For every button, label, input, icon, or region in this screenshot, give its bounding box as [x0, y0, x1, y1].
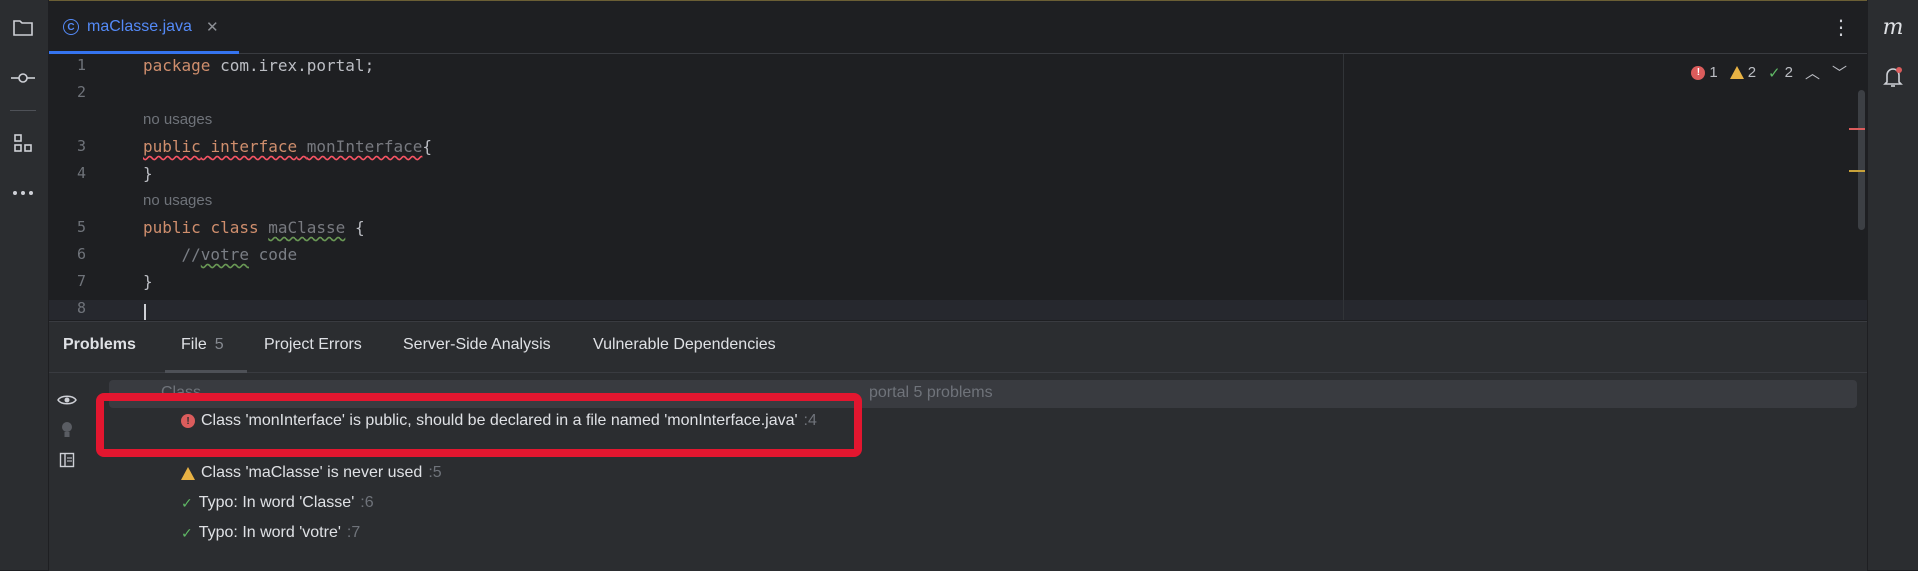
- class-icon: C: [63, 19, 79, 35]
- problem-item-error[interactable]: ! Class 'monInterface' is public, should…: [181, 412, 817, 430]
- project-folder-icon[interactable]: [10, 15, 36, 41]
- inlay-hint-no-usages[interactable]: no usages: [143, 111, 212, 128]
- left-tool-strip: [0, 0, 49, 570]
- tab-server-side-analysis[interactable]: Server-Side Analysis: [403, 336, 551, 354]
- code-token: public: [143, 218, 201, 237]
- code-token: public: [143, 137, 201, 156]
- problems-title: Problems: [63, 336, 136, 353]
- warning-count[interactable]: 2: [1729, 64, 1756, 81]
- lightbulb-icon[interactable]: [57, 420, 77, 440]
- typo-count[interactable]: ✓ 2: [1768, 64, 1793, 82]
- scrollbar-warning-marker[interactable]: [1849, 170, 1865, 172]
- commit-icon[interactable]: [10, 65, 36, 91]
- scrollbar-error-marker[interactable]: [1849, 128, 1865, 130]
- code-token: {: [345, 218, 365, 237]
- tab-file[interactable]: File 5: [181, 336, 224, 354]
- structure-icon[interactable]: [10, 130, 36, 156]
- details-panel-icon[interactable]: [57, 450, 77, 470]
- tool-separator: [10, 110, 36, 111]
- editor-tab-maclasse[interactable]: C maClasse.java ✕: [63, 1, 219, 53]
- code-line[interactable]: }: [143, 272, 153, 291]
- code-token: {: [422, 137, 433, 156]
- line-number: 5: [77, 218, 87, 236]
- eye-icon[interactable]: [57, 390, 77, 410]
- error-icon: !: [1691, 65, 1706, 80]
- error-icon: !: [181, 414, 195, 428]
- code-token: interface: [210, 137, 298, 156]
- tab-more-vertical-icon[interactable]: ⋮: [1831, 15, 1851, 40]
- chevron-up-icon[interactable]: ︿: [1805, 62, 1820, 83]
- line-number: 3: [77, 137, 87, 155]
- code-token: com.irex.portal;: [210, 56, 375, 75]
- text-caret: [144, 304, 146, 320]
- code-editor[interactable]: 1 package com.irex.portal; 2 no usages 3 publ…: [49, 54, 1867, 320]
- logo-m-text: m: [1882, 14, 1904, 40]
- code-line[interactable]: package com.irex.portal;: [143, 56, 374, 75]
- code-token: votre: [200, 245, 249, 264]
- code-token: monInterface: [306, 137, 423, 156]
- editor-tab-label: maClasse.java: [87, 18, 192, 35]
- code-token: }: [143, 272, 153, 291]
- problems-tool-window: Problems File 5 Project Errors Server-Sid…: [49, 321, 1867, 571]
- warning-icon: [1729, 66, 1744, 79]
- line-number: 7: [77, 272, 87, 290]
- problem-item-warning[interactable]: Class 'maClasse' is never used :5: [181, 464, 442, 482]
- problem-item-typo[interactable]: ✓ Typo: In word 'votre' :7: [181, 524, 360, 542]
- close-icon[interactable]: ✕: [206, 18, 219, 36]
- problems-tab-bar: Problems File 5 Project Errors Server-Sid…: [49, 322, 1867, 373]
- code-token: package: [143, 56, 211, 75]
- editor-tab-bar: C maClasse.java ✕ ⋮: [49, 1, 1867, 54]
- code-line[interactable]: }: [143, 164, 153, 183]
- editor-scrollbar[interactable]: [1858, 90, 1865, 230]
- typo-check-icon: ✓: [181, 494, 193, 511]
- line-number: 4: [77, 164, 87, 182]
- more-tools-icon[interactable]: [10, 180, 36, 206]
- active-problems-tab-indicator: [165, 370, 247, 373]
- warning-icon: [181, 466, 195, 480]
- tab-vulnerable-dependencies[interactable]: Vulnerable Dependencies: [593, 336, 776, 354]
- code-line[interactable]: //votre code: [143, 245, 298, 264]
- line-number: 1: [77, 56, 87, 74]
- right-tool-strip: m: [1867, 0, 1918, 570]
- line-number: 6: [77, 245, 87, 263]
- code-token: }: [143, 164, 153, 183]
- problem-item-typo[interactable]: ✓ Typo: In word 'Classe' :6: [181, 494, 374, 512]
- code-token: maClasse: [268, 218, 346, 237]
- code-token: code: [248, 245, 298, 264]
- typo-check-icon: ✓: [181, 524, 193, 541]
- code-line[interactable]: public class maClasse {: [143, 218, 365, 237]
- current-line-highlight: [49, 300, 1867, 320]
- notifications-bell-icon[interactable]: [1880, 64, 1906, 90]
- error-count[interactable]: ! 1: [1691, 64, 1718, 81]
- code-token: class: [210, 218, 259, 237]
- ai-assistant-logo-icon[interactable]: m: [1880, 14, 1906, 40]
- inspection-status-widget[interactable]: ! 1 2 ✓ 2 ︿ ﹀: [1691, 62, 1847, 83]
- typo-check-icon: ✓: [1768, 64, 1781, 82]
- tab-project-errors[interactable]: Project Errors: [264, 336, 362, 354]
- inlay-hint-no-usages[interactable]: no usages: [143, 192, 212, 209]
- line-number: 8: [77, 299, 87, 317]
- line-number: 2: [77, 83, 87, 101]
- code-token: //: [143, 245, 201, 264]
- code-line[interactable]: public interface monInterface{: [143, 137, 432, 156]
- file-node-row[interactable]: Class portal 5 problems: [109, 380, 1857, 408]
- right-margin-guide: [1343, 54, 1344, 320]
- chevron-down-icon[interactable]: ﹀: [1832, 62, 1847, 83]
